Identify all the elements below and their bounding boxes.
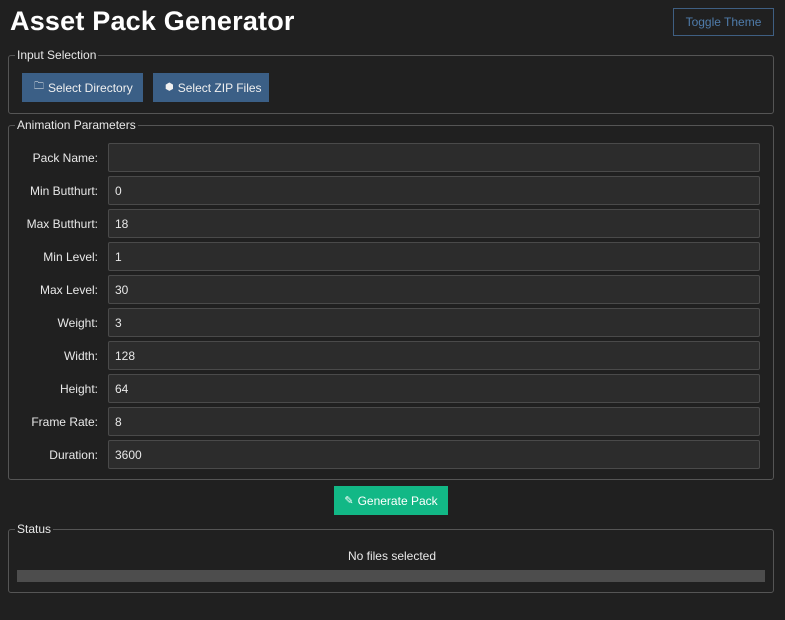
frame-rate-input[interactable]: 8 — [108, 407, 760, 436]
pack-name-label: Pack Name: — [32, 150, 98, 165]
animation-parameters-legend: Animation Parameters — [15, 118, 138, 133]
app-title: Asset Pack Generator — [10, 6, 295, 36]
min-level-label: Min Level: — [43, 249, 98, 264]
package-icon: ⬢ — [165, 82, 174, 93]
weight-label: Weight: — [57, 315, 98, 330]
select-directory-label: Select Directory — [48, 80, 133, 95]
duration-row: Duration: 3600 — [9, 440, 775, 469]
select-zip-label: Select ZIP Files — [177, 80, 262, 95]
height-input[interactable]: 64 — [108, 374, 760, 403]
weight-input[interactable]: 3 — [108, 308, 760, 337]
pencil-icon: ✎ — [344, 495, 354, 507]
max-butthurt-label: Max Butthurt: — [26, 216, 98, 231]
select-zip-button[interactable]: ⬢ Select ZIP Files — [153, 73, 269, 102]
animation-parameters-group: Animation Parameters Pack Name: Min Butt… — [8, 118, 775, 480]
select-directory-button[interactable]: 🗀 Select Directory — [22, 73, 143, 102]
status-group: Status No files selected — [8, 522, 774, 593]
weight-row: Weight: 3 — [9, 308, 775, 337]
max-level-row: Max Level: 30 — [9, 275, 775, 304]
min-level-input[interactable]: 1 — [108, 242, 760, 271]
height-label: Height: — [59, 381, 98, 396]
max-level-label: Max Level: — [39, 282, 98, 297]
max-level-input[interactable]: 30 — [108, 275, 760, 304]
height-row: Height: 64 — [9, 374, 775, 403]
status-legend: Status — [15, 522, 54, 537]
toggle-theme-button[interactable]: Toggle Theme — [673, 8, 774, 36]
input-selection-legend: Input Selection — [15, 48, 99, 63]
generate-pack-button[interactable]: ✎ Generate Pack — [334, 486, 448, 515]
pack-name-row: Pack Name: — [9, 143, 775, 172]
width-input[interactable]: 128 — [108, 341, 760, 370]
min-butthurt-label: Min Butthurt: — [29, 183, 98, 198]
progress-bar — [17, 570, 765, 582]
pack-name-input[interactable] — [108, 143, 760, 172]
frame-rate-label: Frame Rate: — [31, 414, 98, 429]
folder-icon: 🗀 — [34, 81, 44, 92]
max-butthurt-row: Max Butthurt: 18 — [9, 209, 775, 238]
width-row: Width: 128 — [9, 341, 775, 370]
input-selection-group: Input Selection 🗀 Select Directory ⬢ Sel… — [8, 48, 774, 114]
min-butthurt-row: Min Butthurt: 0 — [9, 176, 775, 205]
status-text: No files selected — [347, 549, 437, 563]
duration-input[interactable]: 3600 — [108, 440, 760, 469]
min-level-row: Min Level: 1 — [9, 242, 775, 271]
min-butthurt-input[interactable]: 0 — [108, 176, 760, 205]
duration-label: Duration: — [49, 447, 98, 462]
width-label: Width: — [63, 348, 98, 363]
frame-rate-row: Frame Rate: 8 — [9, 407, 775, 436]
generate-pack-label: Generate Pack — [357, 493, 438, 508]
max-butthurt-input[interactable]: 18 — [108, 209, 760, 238]
